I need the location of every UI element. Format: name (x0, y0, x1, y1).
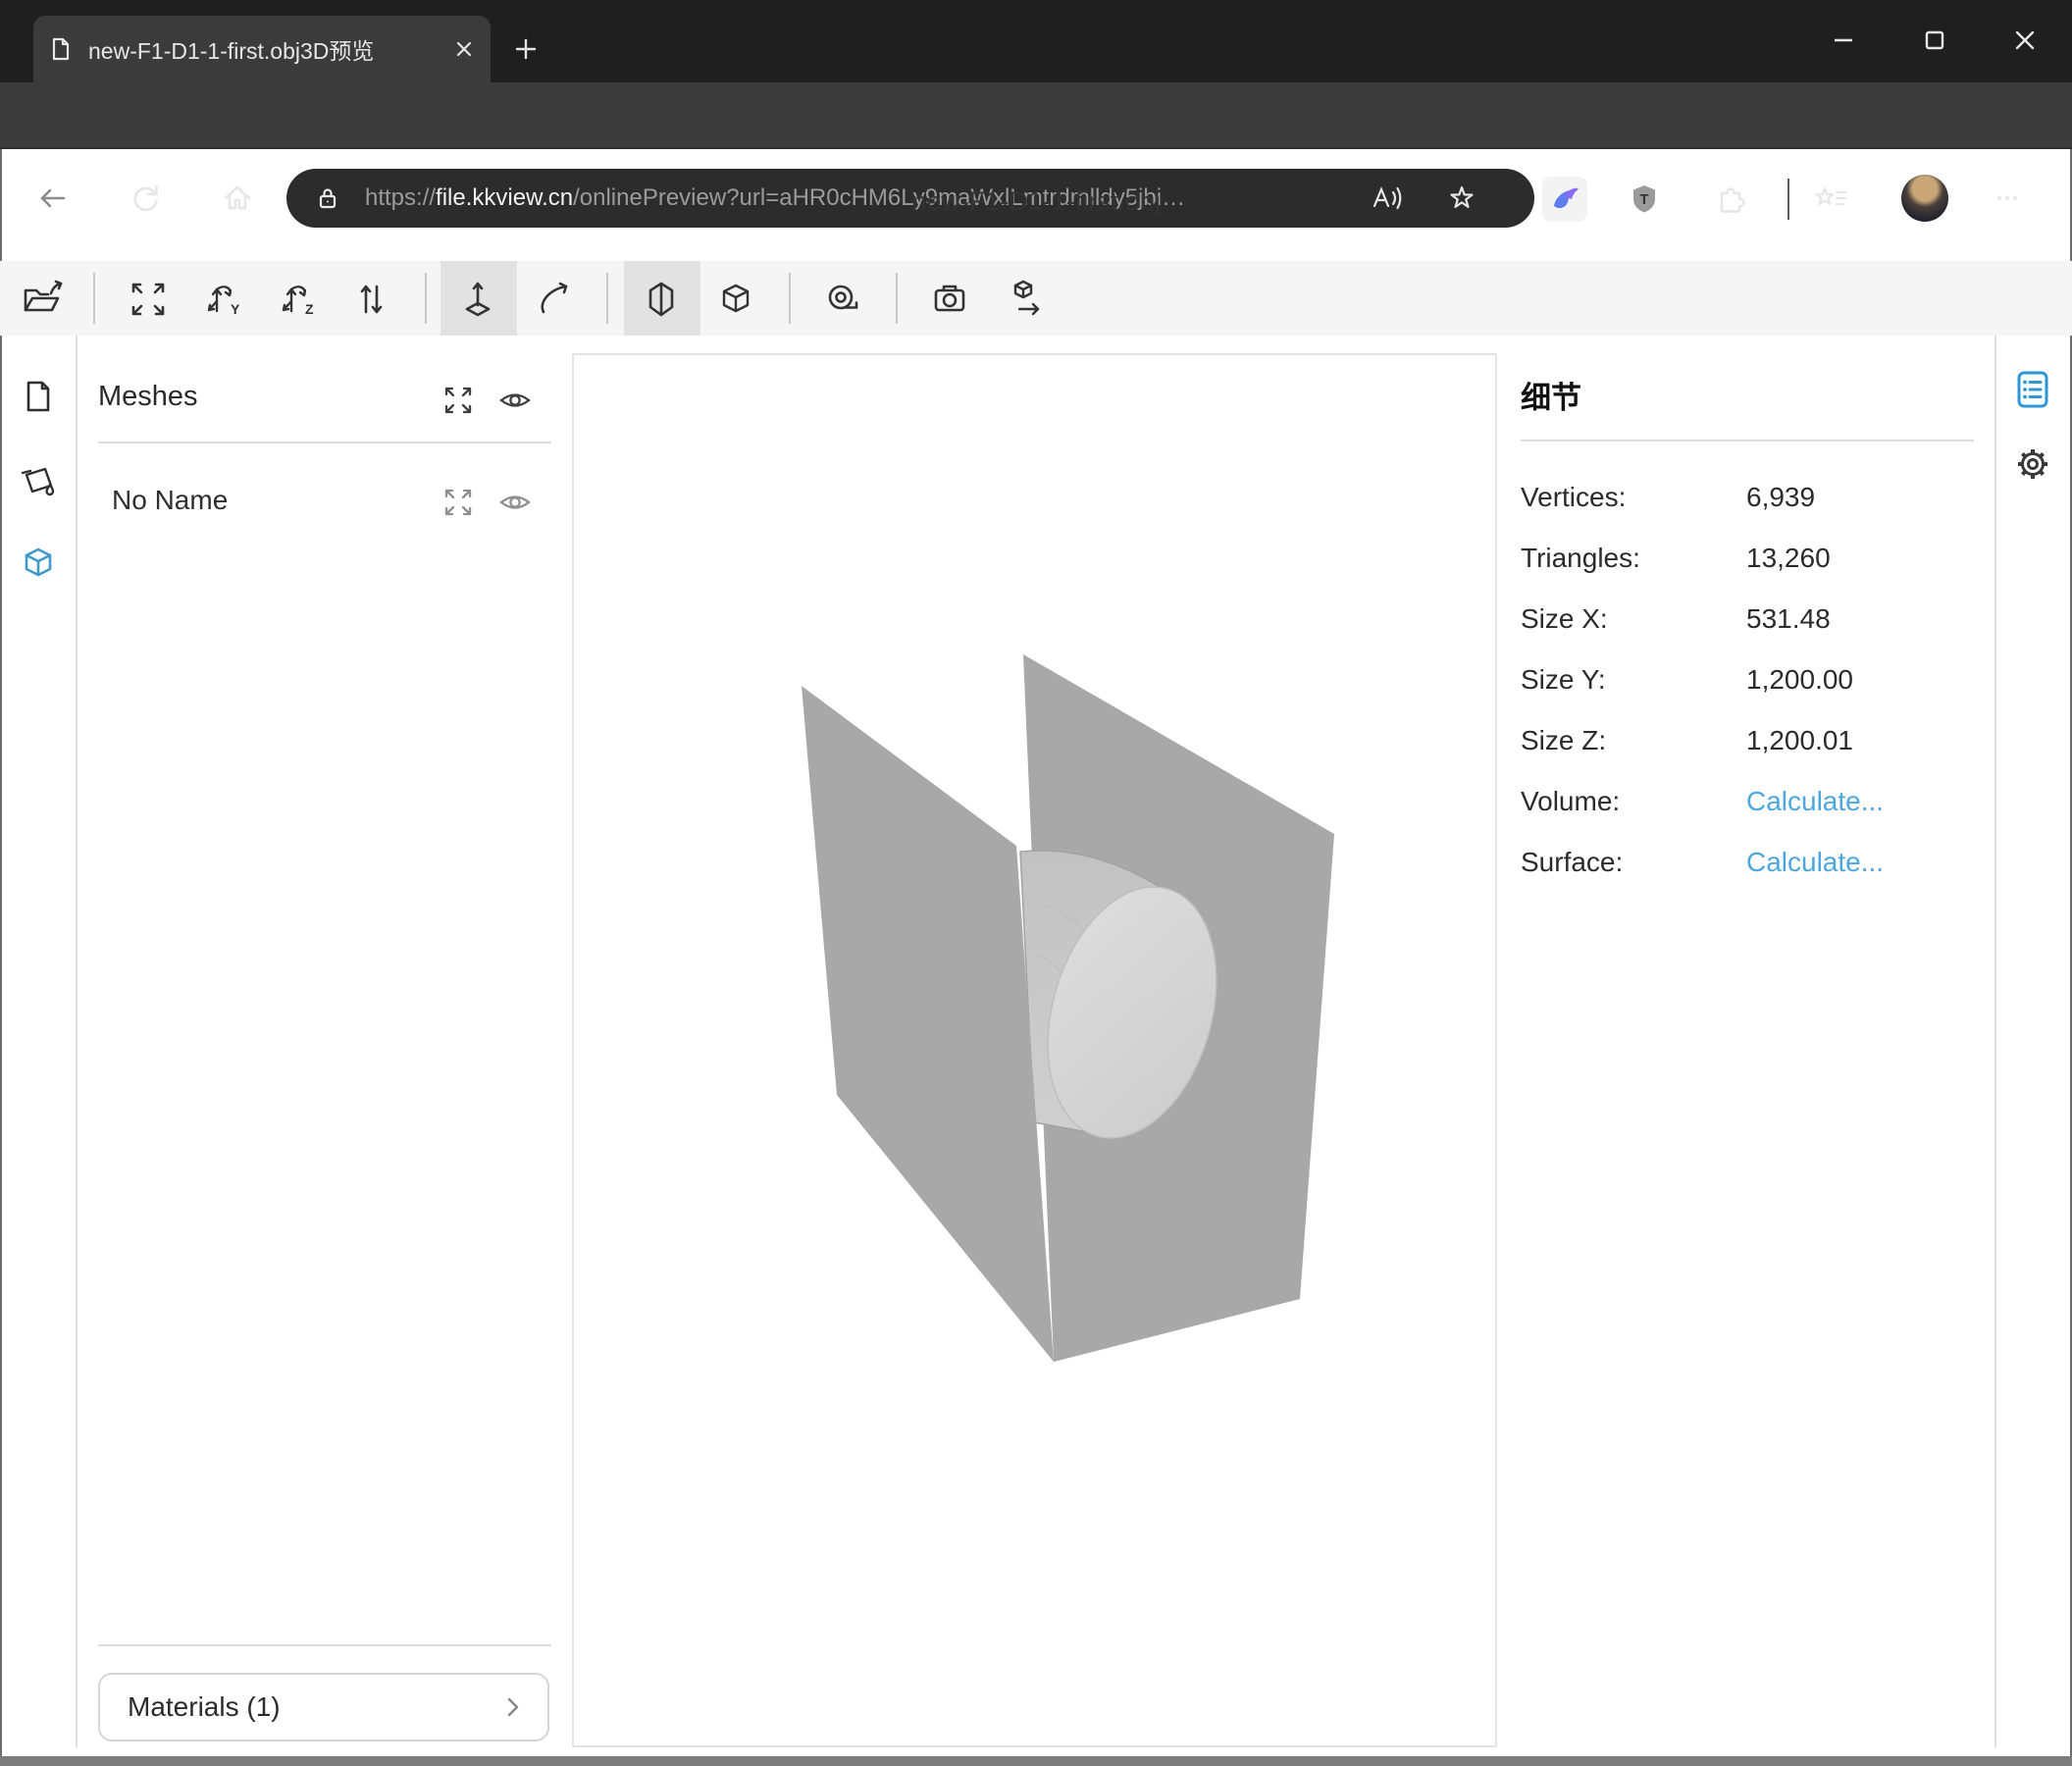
materials-button[interactable]: Materials (1) (98, 1673, 549, 1741)
details-divider (1521, 440, 1974, 442)
row-value: 6,939 (1746, 482, 1815, 513)
toolbar-separator (789, 273, 791, 324)
visibility-eye-icon[interactable] (495, 381, 535, 420)
orbit-icon[interactable] (533, 276, 580, 323)
expand-mesh-icon[interactable] (439, 483, 478, 522)
toolbar-separator (606, 273, 608, 324)
tab-close-icon[interactable] (451, 36, 477, 62)
calculate-volume-link[interactable]: Calculate... (1746, 786, 1884, 817)
row-label: Size X: (1521, 603, 1746, 635)
meshes-panel-title: Meshes (98, 381, 198, 413)
flip-vertical-icon[interactable] (347, 276, 394, 323)
toolbar-separator (425, 273, 427, 324)
details-row-surface: Surface: Calculate... (1521, 832, 1982, 893)
browser-navbar: https://file.kkview.cn/onlinePreview?url… (0, 82, 2072, 149)
open-file-icon[interactable] (19, 276, 66, 323)
tab-title: new-F1-D1-1-first.obj3D预览 (88, 32, 438, 66)
browser-titlebar: new-F1-D1-1-first.obj3D预览 (0, 0, 2072, 82)
materials-label: Materials (1) (128, 1691, 281, 1723)
window-left-border (0, 149, 2, 1756)
page-title: new-F1-D1-1-first.obj (0, 186, 2072, 217)
maximize-icon[interactable] (1903, 9, 1966, 72)
document-icon (47, 35, 75, 63)
rotate-z-icon[interactable]: Z (274, 276, 321, 323)
row-label: Triangles: (1521, 543, 1746, 574)
details-row-vertices: Vertices: 6,939 (1521, 467, 1982, 528)
settings-gear-icon[interactable] (2011, 442, 2054, 486)
right-rail-divider (1994, 336, 1996, 1747)
toolbar-separator (93, 273, 95, 324)
details-panel-title: 细节 (1521, 373, 1581, 417)
cube-icon[interactable] (15, 540, 62, 587)
chevron-right-icon (498, 1693, 526, 1721)
plane-left (802, 686, 1054, 1362)
calculate-surface-link[interactable]: Calculate... (1746, 847, 1884, 878)
rotate-y-icon[interactable]: Y (199, 276, 246, 323)
model-render (574, 355, 1495, 1745)
row-label: Size Y: (1521, 664, 1746, 696)
minimize-icon[interactable] (1812, 9, 1875, 72)
window-bottom-edge (0, 1756, 2072, 1766)
row-label: Volume: (1521, 786, 1746, 817)
expand-all-icon[interactable] (439, 381, 478, 420)
measure-icon[interactable] (819, 276, 866, 323)
mesh-visibility-eye-icon[interactable] (495, 483, 535, 522)
details-row-triangles: Triangles: 13,260 (1521, 528, 1982, 589)
mesh-list-item[interactable]: No Name (112, 485, 228, 516)
row-value: 1,200.00 (1746, 664, 1853, 696)
move-axis-icon[interactable] (454, 276, 501, 323)
row-label: Vertices: (1521, 482, 1746, 513)
details-list-icon[interactable] (2011, 368, 2054, 411)
details-row-size-y: Size Y: 1,200.00 (1521, 649, 1982, 710)
export-icon[interactable] (1000, 276, 1047, 323)
row-value: 1,200.01 (1746, 725, 1853, 756)
window-close-icon[interactable] (1994, 9, 2056, 72)
screenshot-icon[interactable] (926, 276, 973, 323)
toolbar-separator (896, 273, 898, 324)
new-tab-plus-icon[interactable] (506, 29, 545, 69)
details-rows: Vertices: 6,939 Triangles: 13,260 Size X… (1521, 467, 1982, 893)
svg-text:Y: Y (231, 301, 240, 317)
material-icon[interactable] (15, 458, 62, 505)
shaded-view-icon[interactable] (638, 276, 685, 323)
left-rail-divider (76, 336, 78, 1747)
details-row-size-z: Size Z: 1,200.01 (1521, 710, 1982, 771)
row-label: Surface: (1521, 847, 1746, 878)
details-row-size-x: Size X: 531.48 (1521, 589, 1982, 649)
viewport-3d[interactable] (572, 353, 1497, 1747)
materials-divider (98, 1644, 551, 1646)
browser-tab[interactable]: new-F1-D1-1-first.obj3D预览 (33, 16, 491, 82)
row-value: 13,260 (1746, 543, 1831, 574)
row-label: Size Z: (1521, 725, 1746, 756)
details-row-volume: Volume: Calculate... (1521, 771, 1982, 832)
row-value: 531.48 (1746, 603, 1831, 635)
svg-text:Z: Z (305, 301, 314, 317)
wireframe-box-icon[interactable] (712, 276, 759, 323)
fit-view-icon[interactable] (125, 276, 172, 323)
page-info-icon[interactable] (15, 373, 62, 420)
meshes-divider (98, 442, 551, 443)
